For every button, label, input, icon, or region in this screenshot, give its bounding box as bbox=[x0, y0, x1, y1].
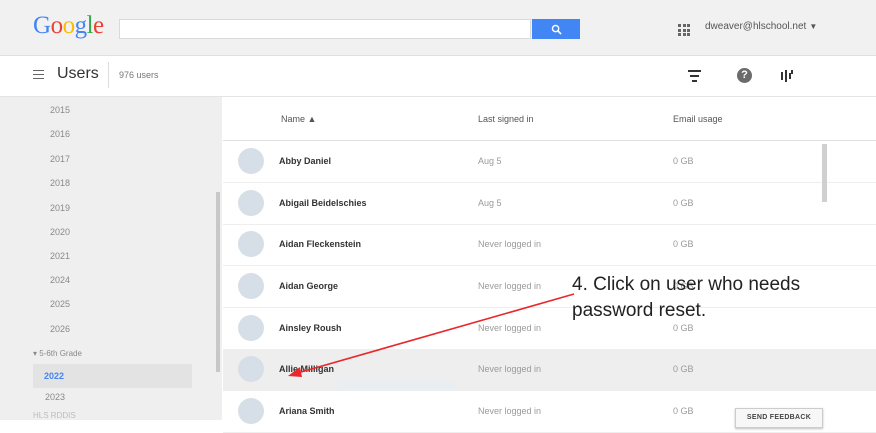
annotation-text: 4. Click on user who needs password rese… bbox=[572, 274, 801, 321]
annotation-arrow bbox=[288, 293, 575, 377]
send-feedback-button[interactable]: SEND FEEDBACK bbox=[735, 408, 823, 428]
